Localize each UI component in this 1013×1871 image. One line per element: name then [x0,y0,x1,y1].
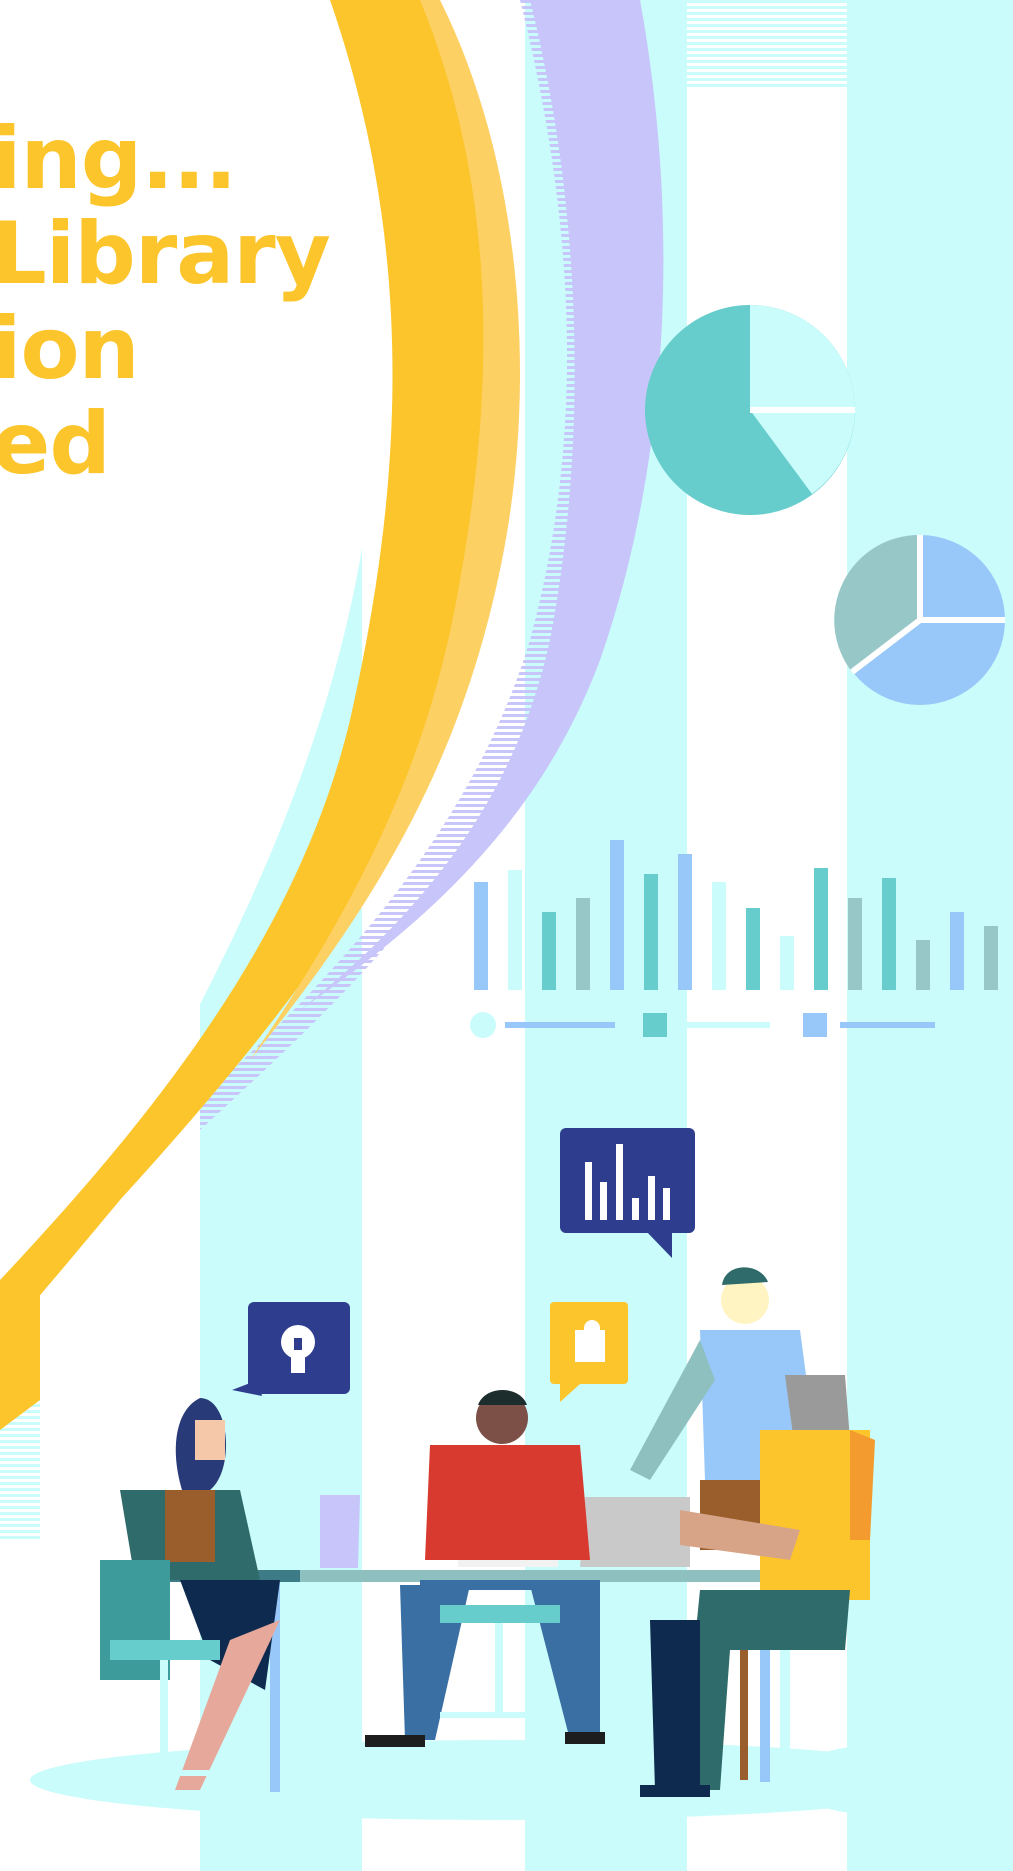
decorative-bar [814,868,828,990]
pie-chart-large [645,305,855,515]
decorative-bar [916,940,930,990]
pie-chart-small [834,534,1005,705]
decorative-bar [848,898,862,990]
decorative-bar [678,854,692,990]
decorative-bar [746,908,760,990]
laptop-left [320,1495,360,1568]
decorative-bar [644,874,658,990]
idea-speech-bubble [232,1302,350,1396]
decorative-bar [950,912,964,990]
laptop-right [580,1497,690,1567]
promo-banner: ing... Library ion ed [0,0,1013,1871]
headline-line-3: ion [0,299,140,399]
decorative-bar [712,882,726,990]
headline: ing... Library ion ed [0,109,331,494]
decorative-bar [610,840,624,990]
decorative-bar [508,870,522,990]
decorative-bar [474,882,488,990]
headline-line-1: ing... [0,109,237,209]
decorative-bar [882,878,896,990]
headline-line-2: Library [0,204,331,304]
decorative-bar [542,912,556,990]
decorative-bar [576,898,590,990]
headline-line-4: ed [0,394,111,494]
decorative-bar [780,936,794,990]
decorative-bar [984,926,998,990]
